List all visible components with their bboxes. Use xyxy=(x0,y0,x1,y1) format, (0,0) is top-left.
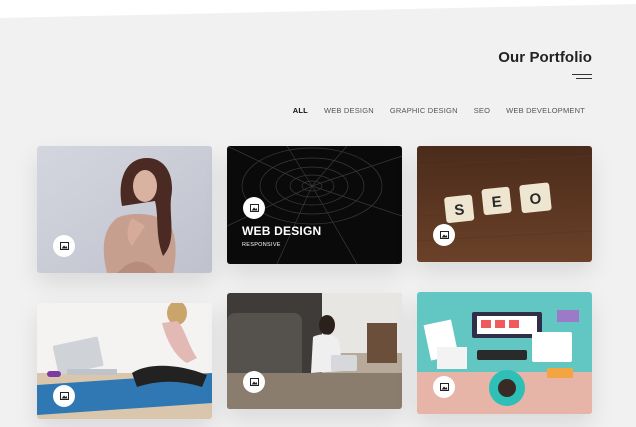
portfolio-card-web-design[interactable]: WEB DESIGN RESPONSIVE xyxy=(227,146,402,264)
filter-web-design[interactable]: WEB DESIGN xyxy=(324,106,374,115)
filter-all[interactable]: ALL xyxy=(293,106,308,115)
portfolio-card-portrait[interactable] xyxy=(37,146,212,273)
filter-web-development[interactable]: WEB DEVELOPMENT xyxy=(506,106,585,115)
image-icon[interactable] xyxy=(243,371,265,393)
page-title: Our Portfolio xyxy=(498,49,592,66)
image-icon[interactable] xyxy=(53,385,75,407)
seo-tile-o: O xyxy=(528,190,543,209)
portfolio-filter-bar: ALL WEB DESIGN GRAPHIC DESIGN SEO WEB DE… xyxy=(293,106,585,115)
title-divider xyxy=(572,74,592,75)
portfolio-section: Our Portfolio ALL WEB DESIGN GRAPHIC DES… xyxy=(0,0,636,427)
portfolio-card-yoga-laptop[interactable] xyxy=(37,303,212,419)
card-caption-subtitle: RESPONSIVE xyxy=(242,242,281,248)
header-slant xyxy=(0,0,636,18)
portfolio-card-seo[interactable]: S E O xyxy=(417,146,592,262)
seo-tile-e: E xyxy=(490,193,503,212)
card-caption-title: WEB DESIGN xyxy=(242,224,322,238)
image-icon[interactable] xyxy=(53,235,75,257)
image-icon[interactable] xyxy=(243,197,265,219)
image-icon[interactable] xyxy=(433,376,455,398)
portfolio-card-sofa-laptop[interactable] xyxy=(227,293,402,409)
title-divider-short xyxy=(576,78,592,79)
filter-seo[interactable]: SEO xyxy=(474,106,490,115)
seo-tile-s: S xyxy=(453,201,466,220)
card-caption: WEB DESIGN RESPONSIVE xyxy=(242,224,321,248)
filter-graphic-design[interactable]: GRAPHIC DESIGN xyxy=(390,106,458,115)
portfolio-card-workspace[interactable] xyxy=(417,292,592,414)
image-icon[interactable] xyxy=(433,224,455,246)
